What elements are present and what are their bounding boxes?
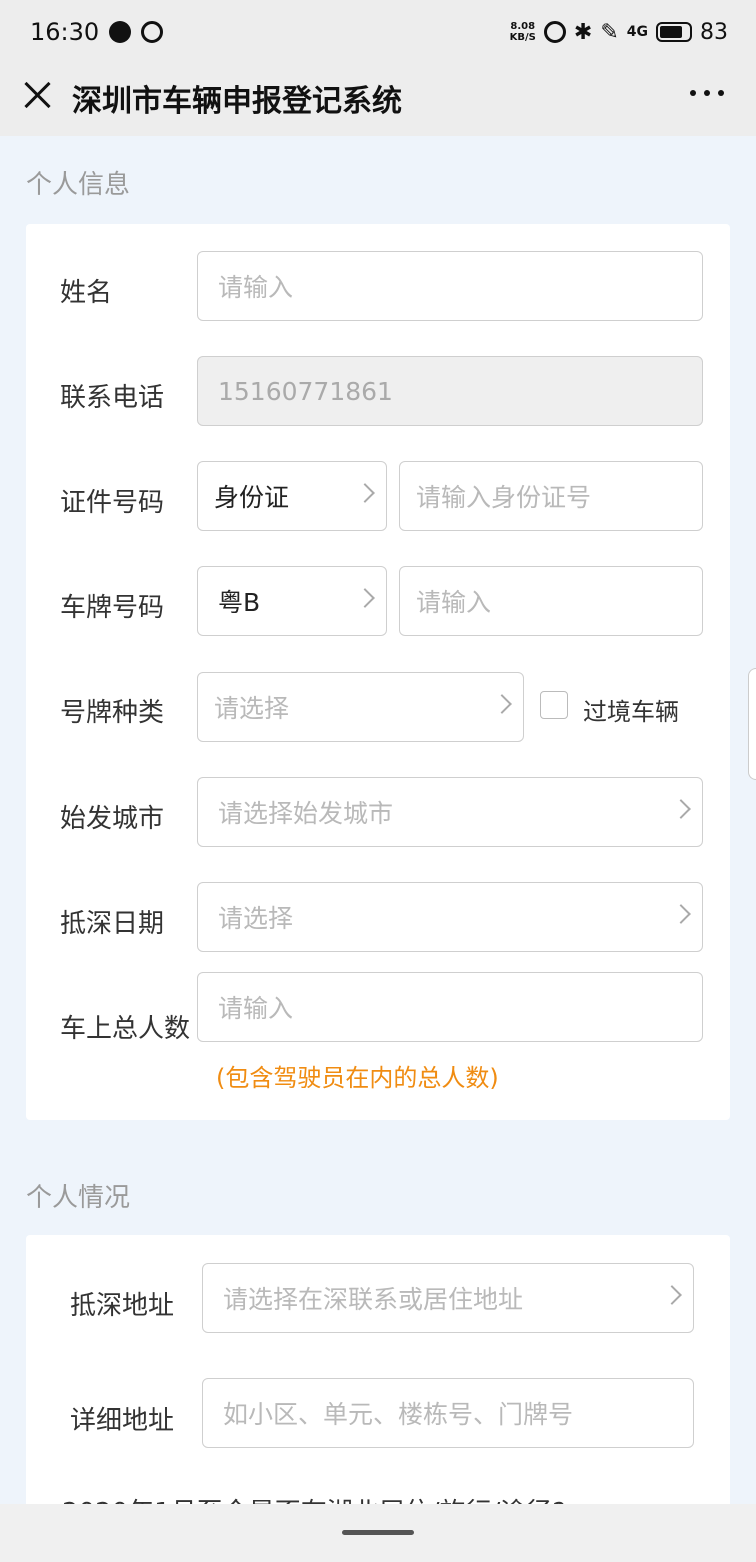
chevron-right-icon — [355, 588, 375, 608]
side-drag-handle[interactable] — [748, 668, 756, 780]
passengers-label: 车上总人数 — [60, 1014, 191, 1044]
section-title-personal-situation: 个人情况 — [26, 1183, 131, 1213]
arrival-date-select[interactable]: 请选择 — [197, 882, 703, 952]
chevron-right-icon — [662, 1285, 682, 1305]
plate-type-select[interactable]: 请选择 — [197, 672, 524, 742]
origin-city-select[interactable]: 请选择始发城市 — [197, 777, 703, 847]
home-indicator[interactable] — [342, 1530, 414, 1535]
plate-prefix-value: 粤B — [218, 588, 261, 617]
id-type-value: 身份证 — [214, 483, 290, 512]
speed-unit: KB/S — [509, 32, 536, 43]
chevron-right-icon — [671, 904, 691, 924]
section-title-personal-info: 个人信息 — [26, 170, 131, 200]
arrival-date-label: 抵深日期 — [60, 909, 165, 939]
more-options-button[interactable] — [690, 90, 724, 96]
network-speed: 8.08 KB/S — [510, 21, 536, 43]
passengers-hint: (包含驾驶员在内的总人数) — [216, 1064, 499, 1092]
name-input[interactable]: 请输入 — [197, 251, 703, 321]
id-number-input[interactable]: 请输入身份证号 — [399, 461, 703, 531]
bluetooth-icon: ✱ — [573, 19, 593, 45]
origin-city-placeholder: 请选择始发城市 — [218, 799, 394, 828]
name-placeholder: 请输入 — [218, 273, 294, 302]
mute-icon: ✎ — [600, 19, 619, 45]
detail-address-input[interactable]: 如小区、单元、楼栋号、门牌号 — [202, 1378, 694, 1448]
status-right: 8.08 KB/S ✱ ✎ 4G 83 — [510, 20, 728, 45]
plate-type-placeholder: 请选择 — [214, 694, 290, 723]
crossborder-checkbox[interactable] — [540, 691, 568, 719]
plate-number-placeholder: 请输入 — [416, 588, 492, 617]
plate-label: 车牌号码 — [60, 593, 165, 623]
detail-address-placeholder: 如小区、单元、楼栋号、门牌号 — [223, 1400, 574, 1429]
close-icon[interactable] — [20, 78, 54, 112]
chevron-right-icon — [492, 694, 512, 714]
plate-type-label: 号牌种类 — [60, 698, 165, 728]
phone-value: 15160771861 — [218, 376, 393, 406]
address-select[interactable]: 请选择在深联系或居住地址 — [202, 1263, 694, 1333]
passengers-placeholder: 请输入 — [218, 994, 294, 1023]
speed-value: 8.08 — [510, 21, 536, 32]
phone-label: 联系电话 — [60, 383, 165, 413]
arrival-date-placeholder: 请选择 — [218, 904, 294, 933]
chevron-right-icon — [671, 799, 691, 819]
name-label: 姓名 — [60, 278, 113, 308]
notification-icon — [109, 21, 132, 43]
origin-city-label: 始发城市 — [60, 804, 165, 834]
alarm-icon — [543, 21, 566, 43]
passengers-input[interactable]: 请输入 — [197, 972, 703, 1042]
id-type-select[interactable]: 身份证 — [197, 461, 387, 531]
title-bar: 深圳市车辆申报登记系统 — [0, 64, 756, 136]
phone-input: 15160771861 — [197, 356, 703, 426]
battery-level: 83 — [700, 19, 728, 45]
status-time: 16:30 — [30, 18, 100, 46]
plate-prefix-select[interactable]: 粤B — [197, 566, 387, 636]
plate-number-input[interactable]: 请输入 — [399, 566, 703, 636]
signal-icon: 4G — [626, 24, 648, 40]
detail-address-label: 详细地址 — [70, 1406, 175, 1436]
battery-icon — [656, 22, 692, 42]
id-number-placeholder: 请输入身份证号 — [416, 483, 592, 512]
chevron-right-icon — [355, 483, 375, 503]
hotspot-icon — [141, 21, 164, 43]
address-placeholder: 请选择在深联系或居住地址 — [223, 1285, 524, 1314]
status-bar: 16:30 8.08 KB/S ✱ ✎ 4G 83 — [0, 0, 756, 64]
address-label: 抵深地址 — [70, 1291, 175, 1321]
crossborder-label: 过境车辆 — [583, 698, 679, 726]
id-label: 证件号码 — [60, 488, 165, 518]
bottom-nav-bar — [0, 1504, 756, 1562]
status-left: 16:30 — [30, 18, 164, 46]
page-title: 深圳市车辆申报登记系统 — [72, 84, 402, 119]
